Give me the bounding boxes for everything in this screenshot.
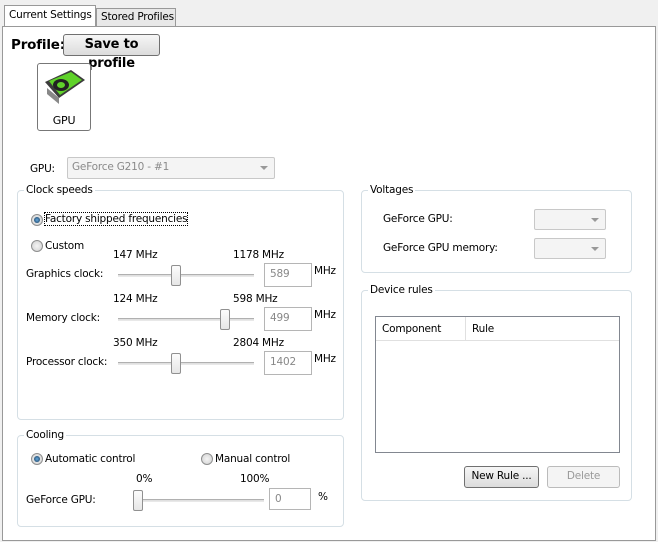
- rules-table[interactable]: Component Rule: [375, 316, 620, 453]
- clock-max-label: 2804 MHz: [233, 337, 284, 349]
- clock-unit: MHz: [314, 353, 336, 365]
- fan-gpu-label: GeForce GPU:: [26, 494, 96, 506]
- clock-max-label: 1178 MHz: [233, 249, 284, 261]
- custom-label[interactable]: Custom: [45, 240, 84, 252]
- gpu-card-icon: [45, 70, 85, 104]
- column-rule[interactable]: Rule: [472, 323, 494, 335]
- column-component[interactable]: Component: [382, 323, 441, 335]
- clock-value-input[interactable]: 1402: [264, 351, 312, 375]
- tab-current-settings[interactable]: Current Settings: [4, 5, 96, 26]
- fan-speed-input[interactable]: 0: [269, 488, 311, 510]
- clock-value-input[interactable]: 499: [264, 307, 312, 331]
- clock-slider-thumb[interactable]: [171, 265, 181, 286]
- clock-slider-thumb[interactable]: [220, 309, 230, 330]
- clock-label: Graphics clock:: [26, 268, 104, 280]
- voltage-gpu-label: GeForce GPU:: [383, 213, 453, 225]
- manual-control-radio[interactable]: [201, 453, 213, 465]
- clock-unit: MHz: [314, 309, 336, 321]
- fan-slider[interactable]: [133, 490, 264, 511]
- voltage-memory-label: GeForce GPU memory:: [383, 242, 498, 254]
- gpu-device-button[interactable]: GPU: [37, 63, 91, 131]
- cooling-title: Cooling: [24, 429, 66, 441]
- cooling-group: Cooling: [17, 429, 344, 527]
- factory-frequencies-radio[interactable]: [31, 214, 43, 226]
- automatic-control-radio[interactable]: [31, 453, 43, 465]
- clock-slider[interactable]: [118, 265, 254, 286]
- clock-slider[interactable]: [118, 309, 254, 330]
- clock-slider-thumb[interactable]: [171, 353, 181, 374]
- profile-label: Profile:: [11, 37, 65, 53]
- clock-value-input[interactable]: 589: [264, 263, 312, 287]
- save-to-profile-button[interactable]: Save to profile: [63, 34, 160, 71]
- manual-control-label[interactable]: Manual control: [215, 453, 290, 465]
- clock-speeds-title: Clock speeds: [24, 184, 95, 196]
- factory-frequencies-label[interactable]: Factory shipped frequencies: [43, 212, 189, 226]
- gpu-select[interactable]: GeForce G210 - #1: [67, 157, 275, 179]
- delete-rule-button[interactable]: Delete: [547, 466, 620, 488]
- fan-unit: %: [318, 491, 328, 503]
- new-rule-button[interactable]: New Rule ...: [464, 466, 539, 488]
- tab-stored-profiles[interactable]: Stored Profiles: [96, 8, 176, 26]
- clock-label: Memory clock:: [26, 312, 100, 324]
- clock-min-label: 124 MHz: [113, 293, 158, 305]
- gpu-select-label: GPU:: [30, 163, 55, 175]
- clock-label: Processor clock:: [26, 356, 108, 368]
- voltage-gpu-select[interactable]: [534, 209, 606, 230]
- device-rules-title: Device rules: [368, 284, 435, 296]
- clock-min-label: 147 MHz: [113, 249, 158, 261]
- fan-min-label: 0%: [136, 473, 153, 485]
- gpu-device-label: GPU: [52, 114, 76, 127]
- clock-unit: MHz: [314, 265, 336, 277]
- fan-slider-thumb[interactable]: [133, 490, 143, 511]
- voltages-title: Voltages: [368, 184, 416, 196]
- voltage-memory-select[interactable]: [534, 238, 606, 259]
- custom-radio[interactable]: [31, 240, 43, 252]
- clock-min-label: 350 MHz: [113, 337, 158, 349]
- voltages-group: Voltages: [361, 184, 632, 273]
- gpu-select-value: GeForce G210 - #1: [72, 161, 170, 173]
- clock-slider[interactable]: [118, 353, 254, 374]
- fan-max-label: 100%: [240, 473, 270, 485]
- rules-table-header: Component Rule: [376, 317, 619, 341]
- automatic-control-label[interactable]: Automatic control: [45, 453, 135, 465]
- clock-max-label: 598 MHz: [233, 293, 278, 305]
